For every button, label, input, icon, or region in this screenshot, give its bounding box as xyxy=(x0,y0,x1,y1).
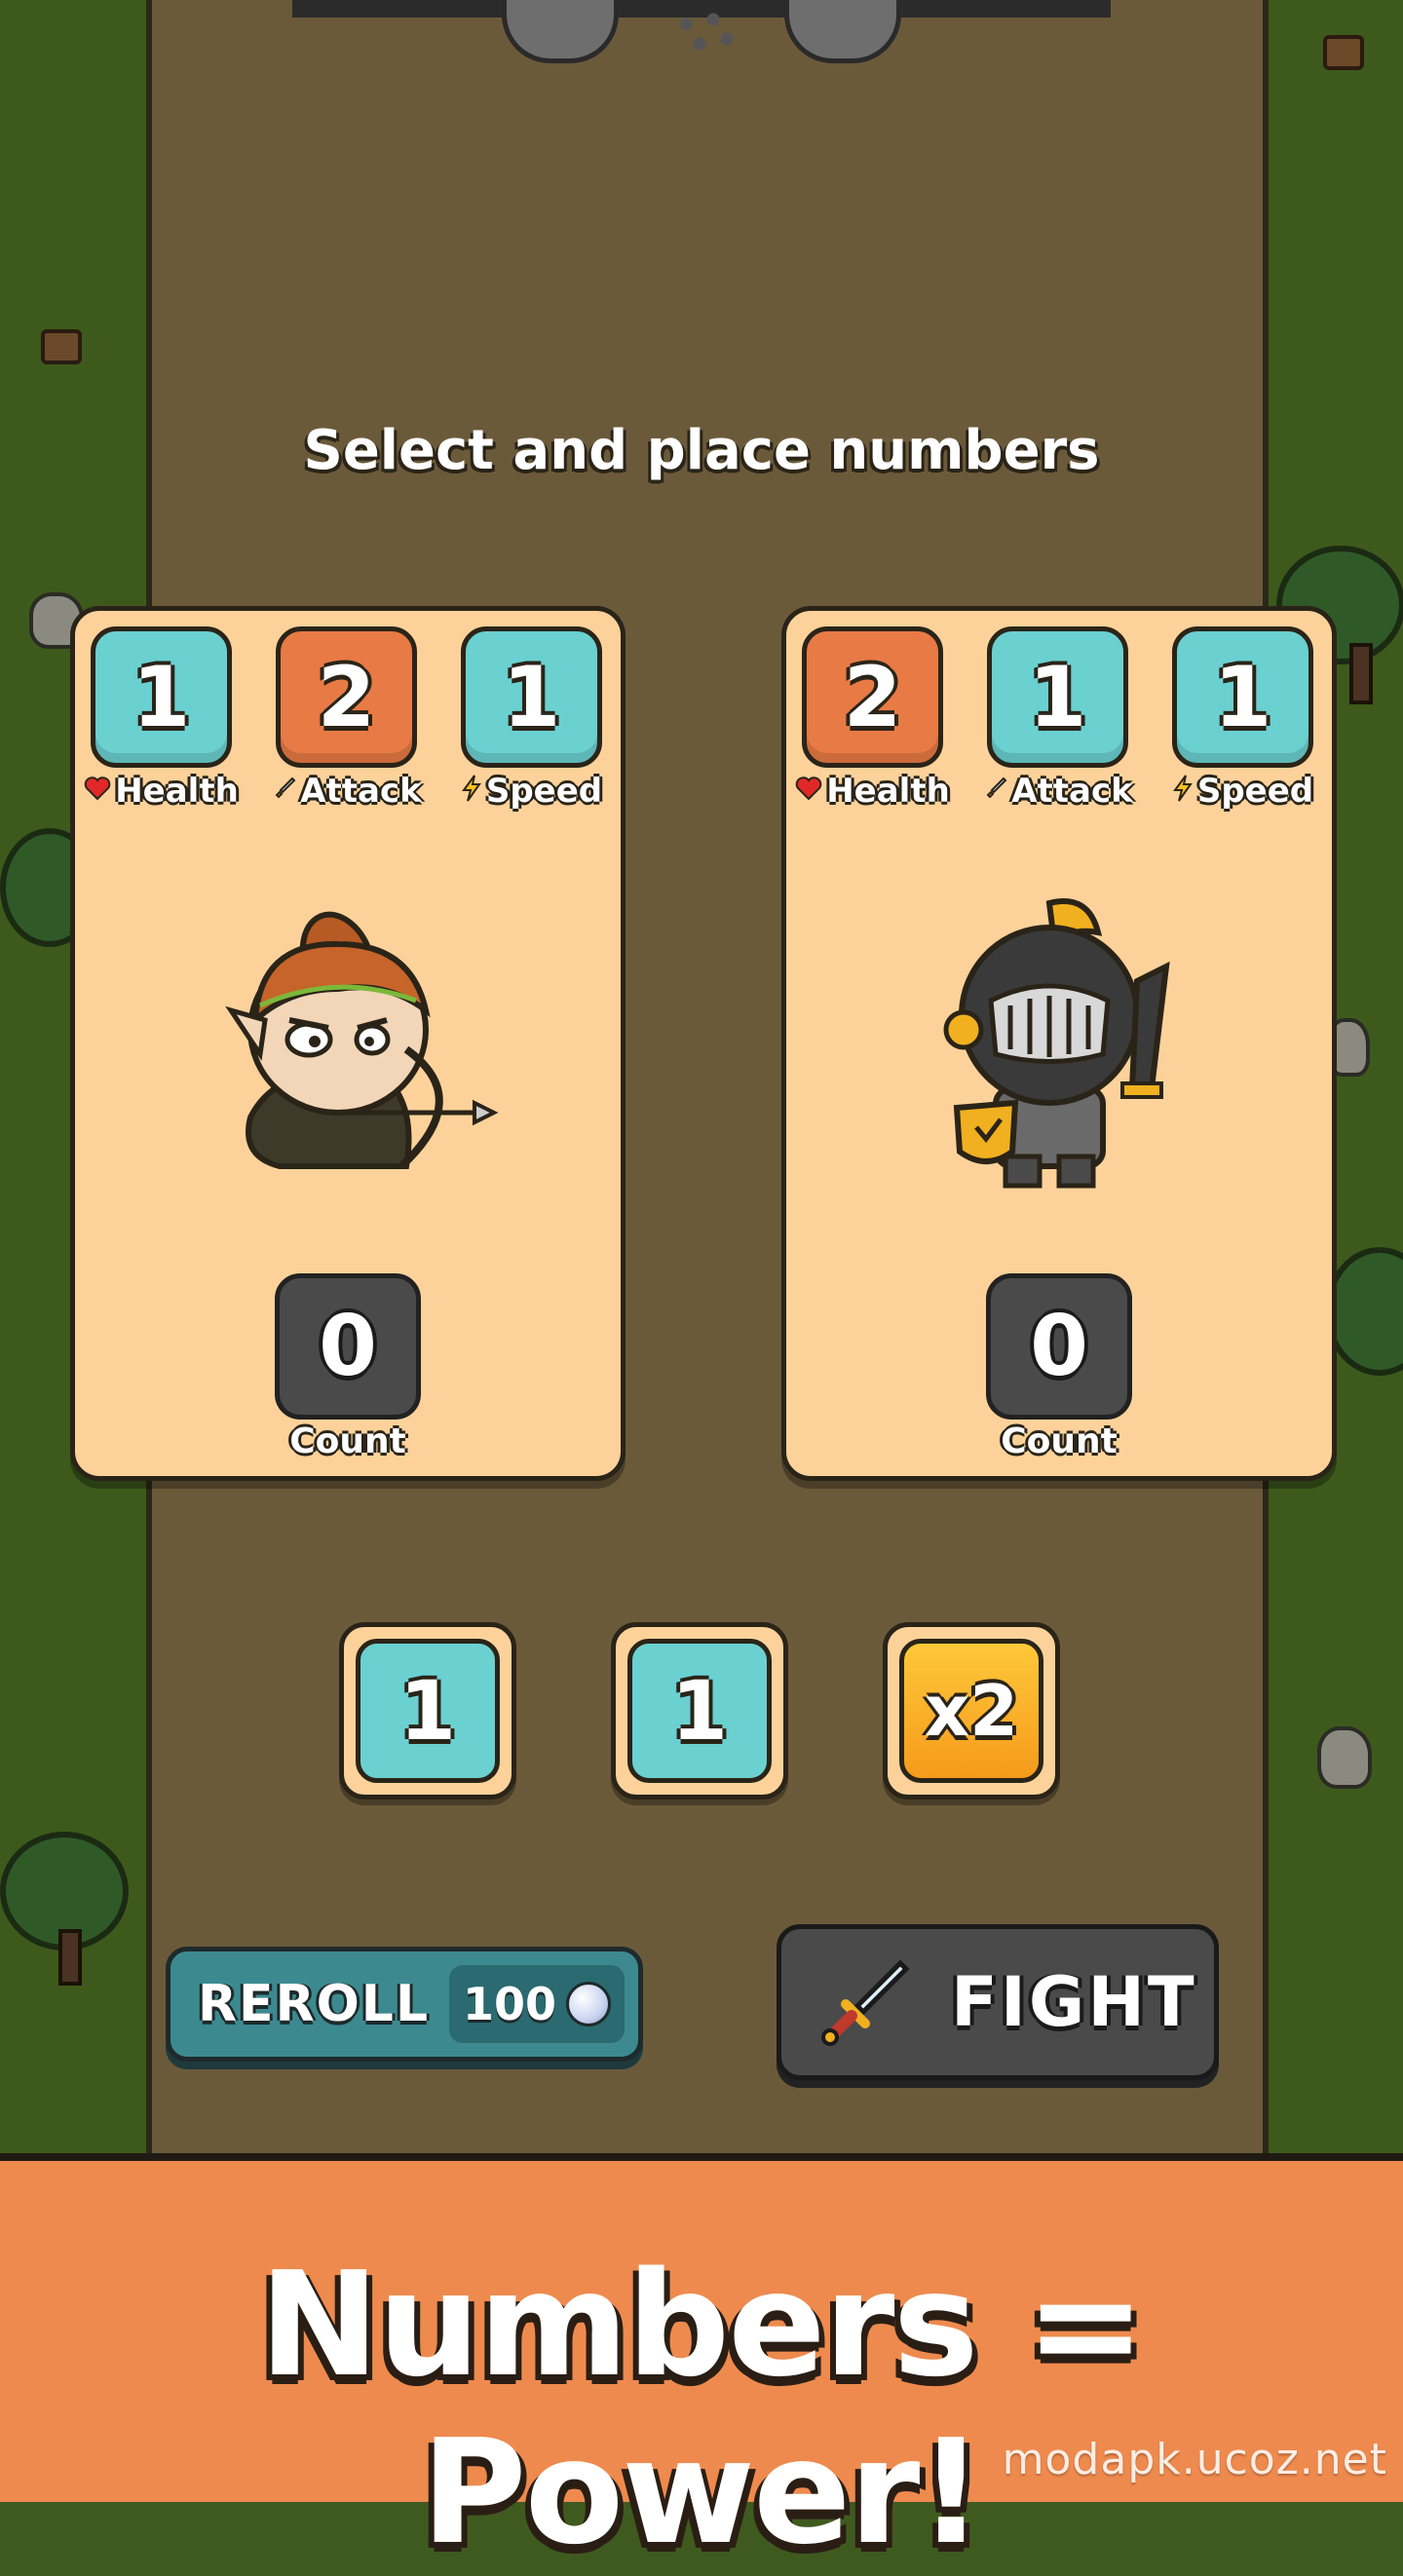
stat-attack[interactable]: 2 Attack xyxy=(275,626,422,811)
number-tile[interactable]: 1 xyxy=(611,1622,788,1799)
number-tile-value[interactable]: 1 xyxy=(627,1639,772,1783)
watermark: modapk.ucoz.net xyxy=(1002,2435,1387,2484)
hero-card-elf[interactable]: 1 Health 2 Attack 1 Speed 0 Count xyxy=(70,606,626,1481)
page-title: Select and place numbers xyxy=(303,419,1100,482)
reroll-cost: 100 xyxy=(449,1965,625,2043)
stat-health-slot[interactable]: 1 xyxy=(91,626,232,768)
stat-speed-label: Speed xyxy=(461,772,602,811)
stat-attack[interactable]: 1 Attack xyxy=(986,626,1133,811)
heart-icon xyxy=(84,776,111,808)
stat-speed-slot[interactable]: 1 xyxy=(1172,626,1313,768)
count-display: 0 Count xyxy=(986,1273,1132,1461)
number-tile[interactable]: 1 xyxy=(339,1622,516,1799)
stat-attack-label: Attack xyxy=(986,772,1133,811)
stat-speed-slot[interactable]: 1 xyxy=(461,626,602,768)
sword-icon xyxy=(982,776,1007,808)
multiplier-tile[interactable]: x2 xyxy=(883,1622,1060,1799)
number-tile-value[interactable]: 1 xyxy=(356,1639,500,1783)
tree-trunk xyxy=(58,1929,82,1986)
rock xyxy=(1317,1726,1372,1789)
pebbles xyxy=(672,10,740,58)
count-label: Count xyxy=(1001,1421,1118,1461)
lightning-icon xyxy=(1172,774,1194,809)
stat-health-label: Health xyxy=(84,772,239,811)
reroll-label: REROLL xyxy=(198,1975,431,2033)
multiplier-tile-value[interactable]: x2 xyxy=(899,1639,1043,1783)
elf-archer-character xyxy=(225,911,499,1169)
stat-attack-slot[interactable]: 1 xyxy=(987,626,1128,768)
promo-banner-text: Numbers = Power! xyxy=(258,2241,1146,2576)
count-display: 0 Count xyxy=(275,1273,421,1461)
reroll-button[interactable]: REROLL 100 xyxy=(166,1947,643,2062)
stat-speed[interactable]: 1 Speed xyxy=(1172,626,1313,811)
sword-icon xyxy=(821,1959,910,2046)
stump xyxy=(1323,35,1364,70)
pearl-icon xyxy=(566,1982,612,2027)
fight-button[interactable]: FIGHT xyxy=(777,1924,1219,2080)
heart-icon xyxy=(795,776,822,808)
stat-health-slot[interactable]: 2 xyxy=(802,626,943,768)
lightning-icon xyxy=(461,774,482,809)
sword-icon xyxy=(271,776,296,808)
stat-health[interactable]: 2 Health xyxy=(795,626,950,811)
count-value: 0 xyxy=(986,1273,1132,1420)
armored-knight-character xyxy=(943,898,1170,1189)
count-value: 0 xyxy=(275,1273,421,1420)
stat-speed-label: Speed xyxy=(1172,772,1313,811)
fight-label: FIGHT xyxy=(951,1962,1197,2042)
count-label: Count xyxy=(289,1421,406,1461)
stat-health-label: Health xyxy=(795,772,950,811)
hero-card-knight[interactable]: 2 Health 1 Attack 1 Speed 0 Count xyxy=(781,606,1337,1481)
stat-attack-label: Attack xyxy=(275,772,422,811)
stump xyxy=(41,329,82,364)
tree-trunk xyxy=(1349,643,1373,704)
reroll-cost-value: 100 xyxy=(462,1978,557,2030)
stat-speed[interactable]: 1 Speed xyxy=(461,626,602,811)
stat-health[interactable]: 1 Health xyxy=(84,626,239,811)
stat-attack-slot[interactable]: 2 xyxy=(276,626,417,768)
